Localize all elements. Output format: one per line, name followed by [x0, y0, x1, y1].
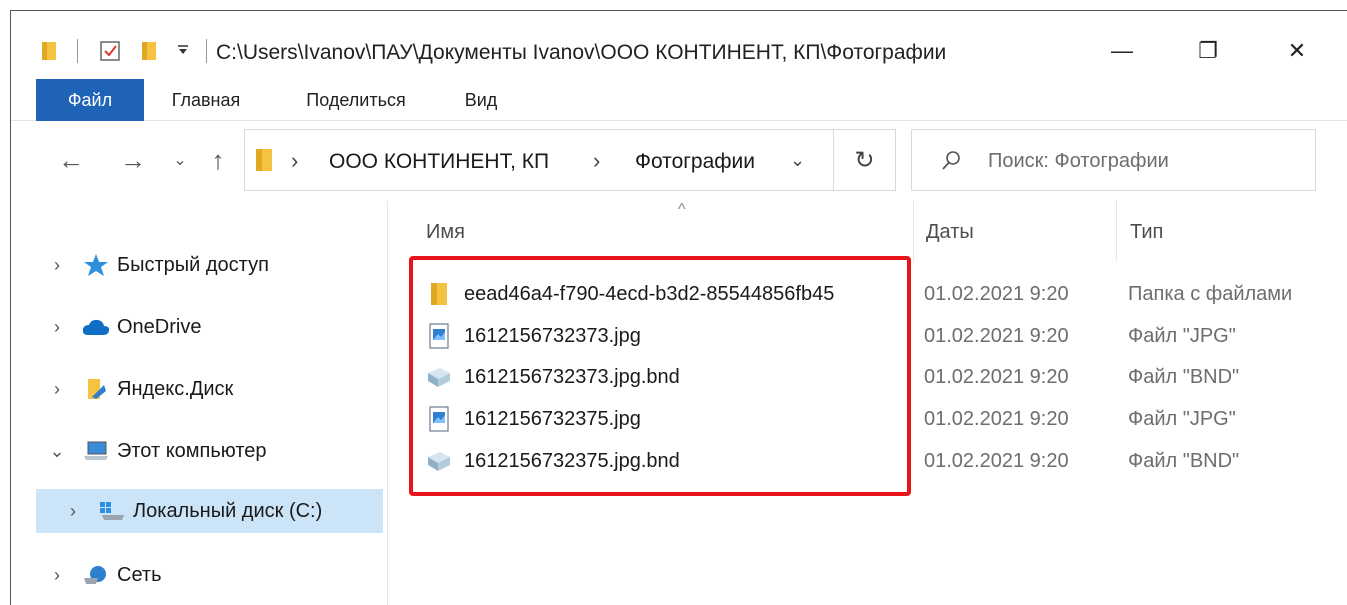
file-date: 01.02.2021 9:20 — [924, 324, 1069, 347]
file-name: 1612156732375.jpg — [464, 407, 641, 430]
file-row[interactable]: 1612156732375.jpg.bnd 01.02.2021 9:20 Фа… — [426, 441, 1346, 481]
column-header-date[interactable]: Даты — [926, 221, 974, 244]
bnd-file-icon — [426, 448, 452, 474]
breadcrumb-chevron-icon[interactable]: › — [291, 148, 298, 174]
expand-chevron-icon[interactable]: › — [47, 379, 67, 400]
up-button[interactable]: ↑ — [203, 145, 233, 175]
sidebar-item-label: Сеть — [117, 563, 162, 586]
breadcrumb-item-continent[interactable]: ООО КОНТИНЕНТ, КП — [329, 150, 549, 174]
column-separator[interactable] — [913, 201, 914, 261]
sidebar-item-network[interactable]: › Сеть — [11, 553, 383, 597]
file-date: 01.02.2021 9:20 — [924, 407, 1069, 430]
sidebar-item-label: Этот компьютер — [117, 439, 267, 462]
file-name: 1612156732373.jpg — [464, 324, 641, 347]
sidebar-item-this-pc[interactable]: ⌄ Этот компьютер — [11, 429, 383, 473]
folder-icon — [256, 149, 272, 171]
image-file-icon — [426, 323, 452, 349]
file-type: Файл "BND" — [1128, 365, 1240, 388]
file-type: Папка с файлами — [1128, 282, 1293, 305]
expand-chevron-icon[interactable]: › — [63, 501, 83, 522]
tab-view[interactable]: Вид — [451, 79, 511, 121]
sidebar-item-label: Быстрый доступ — [117, 253, 269, 276]
title-bar: C:\Users\Ivanov\ПАУ\Документы Ivanov\ООО… — [11, 11, 1347, 73]
sidebar-item-quick-access[interactable]: › Быстрый доступ — [11, 243, 383, 287]
tab-file[interactable]: Файл — [36, 79, 144, 121]
forward-button[interactable]: → — [115, 145, 151, 175]
sidebar-item-yandex-disk[interactable]: › Яндекс.Диск — [11, 367, 383, 411]
minimize-button[interactable]: — — [1099, 33, 1145, 69]
yandex-disk-icon — [81, 376, 111, 402]
column-separator[interactable] — [1116, 201, 1117, 261]
tab-home[interactable]: Главная — [161, 79, 251, 121]
file-date: 01.02.2021 9:20 — [924, 282, 1069, 305]
file-name: 1612156732373.jpg.bnd — [464, 365, 680, 388]
cloud-icon — [81, 314, 111, 340]
star-icon — [81, 252, 111, 278]
file-name: eead46a4-f790-4ecd-b3d2-85544856fb45 — [464, 282, 835, 305]
expand-chevron-icon[interactable]: › — [47, 565, 67, 586]
collapse-chevron-icon[interactable]: ⌄ — [47, 441, 67, 462]
file-list: ^ Имя Даты Тип eead46a4-f790-4ecd-b3d2-8… — [406, 191, 1347, 605]
expand-chevron-icon[interactable]: › — [47, 317, 67, 338]
tab-share[interactable]: Поделиться — [291, 79, 421, 121]
address-bar[interactable]: › ООО КОНТИНЕНТ, КП › Фотографии ⌄ ↻ — [244, 129, 896, 191]
refresh-button[interactable]: ↻ — [833, 130, 895, 190]
address-dropdown-icon[interactable]: ⌄ — [790, 150, 805, 171]
title-separator — [206, 39, 207, 63]
search-icon — [942, 151, 960, 170]
recent-locations-button[interactable]: ⌄ — [169, 145, 191, 175]
sidebar-item-onedrive[interactable]: › OneDrive — [11, 305, 383, 349]
network-icon — [81, 562, 111, 588]
properties-check-icon[interactable] — [99, 40, 121, 62]
back-button[interactable]: ← — [53, 145, 89, 175]
sidebar-item-local-disk-c[interactable]: › Локальный диск (C:) — [36, 489, 383, 533]
folder-icon[interactable] — [41, 41, 57, 61]
sidebar-item-label: OneDrive — [117, 315, 202, 338]
file-type: Файл "JPG" — [1128, 324, 1236, 347]
search-box[interactable] — [911, 129, 1316, 191]
search-input[interactable] — [988, 147, 1308, 175]
sidebar-item-label: Яндекс.Диск — [117, 377, 234, 400]
quick-access-separator — [77, 39, 78, 63]
bnd-file-icon — [426, 364, 452, 390]
customize-dropdown-icon[interactable] — [176, 43, 190, 57]
breadcrumb-chevron-icon[interactable]: › — [593, 148, 600, 174]
file-name: 1612156732375.jpg.bnd — [464, 449, 680, 472]
ribbon-tabs: Файл Главная Поделиться Вид — [11, 79, 1347, 121]
maximize-button[interactable]: ❐ — [1185, 33, 1231, 69]
window-title: C:\Users\Ivanov\ПАУ\Документы Ivanov\ООО… — [216, 41, 947, 64]
pane-divider — [387, 201, 388, 605]
file-row[interactable]: 1612156732375.jpg 01.02.2021 9:20 Файл "… — [426, 399, 1346, 439]
expand-chevron-icon[interactable]: › — [47, 255, 67, 276]
file-date: 01.02.2021 9:20 — [924, 365, 1069, 388]
file-date: 01.02.2021 9:20 — [924, 449, 1069, 472]
sort-ascending-icon: ^ — [678, 201, 686, 218]
file-row[interactable]: 1612156732373.jpg 01.02.2021 9:20 Файл "… — [426, 316, 1346, 356]
new-folder-icon[interactable] — [141, 41, 157, 61]
file-type: Файл "BND" — [1128, 449, 1240, 472]
close-button[interactable]: ✕ — [1274, 33, 1320, 69]
computer-icon — [81, 438, 111, 464]
breadcrumb-item-photos[interactable]: Фотографии — [635, 150, 755, 174]
folder-icon — [426, 281, 452, 307]
image-file-icon — [426, 406, 452, 432]
sidebar-item-label: Локальный диск (C:) — [133, 499, 323, 522]
explorer-window: C:\Users\Ivanov\ПАУ\Документы Ivanov\ООО… — [10, 10, 1347, 605]
navigation-bar: ← → ⌄ ↑ › ООО КОНТИНЕНТ, КП › Фотографии… — [11, 129, 1347, 191]
file-type: Файл "JPG" — [1128, 407, 1236, 430]
column-header-type[interactable]: Тип — [1130, 221, 1163, 244]
column-header-name[interactable]: Имя — [426, 221, 465, 244]
file-row[interactable]: 1612156732373.jpg.bnd 01.02.2021 9:20 Фа… — [426, 357, 1346, 397]
navigation-pane: › Быстрый доступ › OneDrive › Яндекс.Дис… — [11, 201, 386, 605]
drive-icon — [97, 498, 127, 524]
file-row[interactable]: eead46a4-f790-4ecd-b3d2-85544856fb45 01.… — [426, 274, 1346, 314]
